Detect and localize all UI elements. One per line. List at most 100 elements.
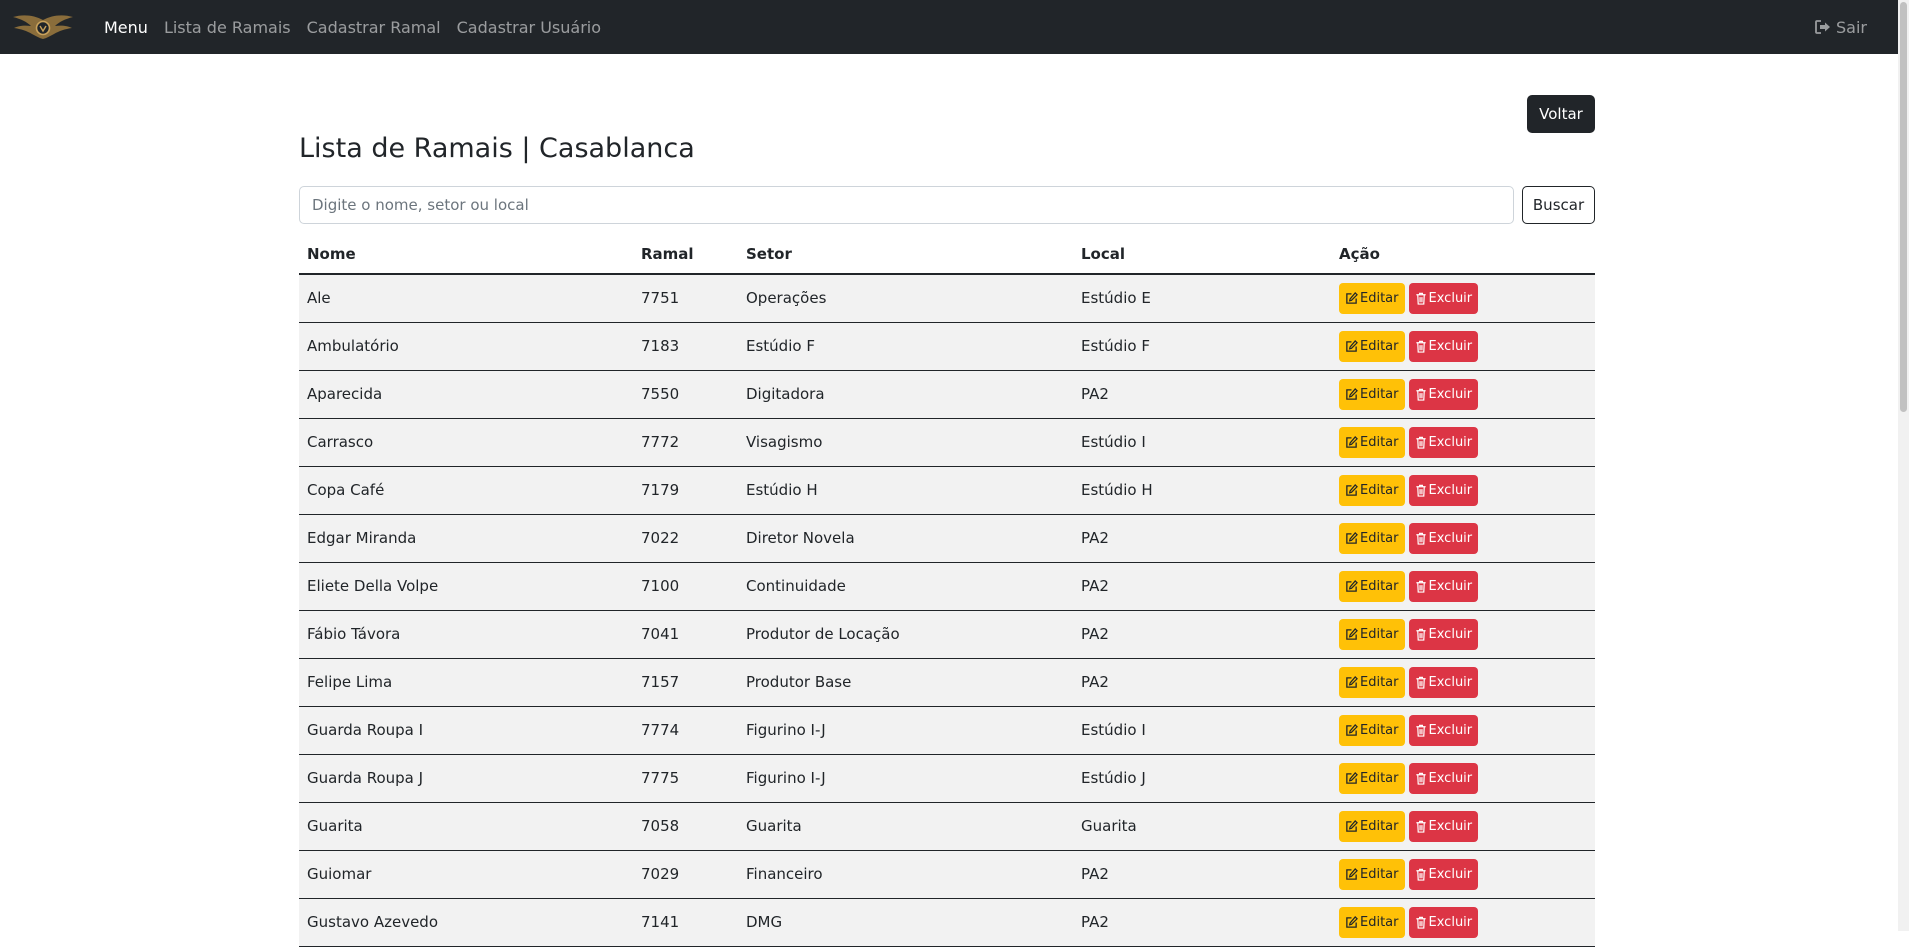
delete-button[interactable]: Excluir — [1408, 282, 1479, 314]
delete-label: Excluir — [1428, 626, 1473, 642]
edit-button[interactable]: Editar — [1339, 330, 1405, 362]
cell-local: PA2 — [1073, 898, 1331, 947]
trash-icon — [1415, 340, 1426, 353]
search-button[interactable]: Buscar — [1522, 186, 1595, 224]
cell-acao: Editar Excluir — [1331, 514, 1595, 563]
delete-button[interactable]: Excluir — [1408, 858, 1479, 890]
column-header-setor: Setor — [738, 234, 1073, 275]
delete-button[interactable]: Excluir — [1408, 714, 1479, 746]
column-header-ramal: Ramal — [633, 234, 738, 275]
cell-nome: Eliete Della Volpe — [299, 562, 633, 611]
table-row: Aparecida 7550 Digitadora PA2 Editar Excluir — [299, 370, 1595, 419]
delete-button[interactable]: Excluir — [1408, 522, 1479, 554]
edit-button[interactable]: Editar — [1339, 666, 1405, 698]
edit-button[interactable]: Editar — [1339, 618, 1405, 650]
cell-acao: Editar Excluir — [1331, 418, 1595, 467]
trash-icon — [1415, 772, 1426, 785]
scrollbar-thumb[interactable] — [1900, 2, 1907, 412]
column-header-acao: Ação — [1331, 234, 1595, 275]
search-input[interactable] — [299, 186, 1514, 224]
edit-button[interactable]: Editar — [1339, 474, 1405, 506]
trash-icon — [1415, 868, 1426, 881]
cell-acao: Editar Excluir — [1331, 370, 1595, 419]
edit-button[interactable]: Editar — [1339, 858, 1405, 890]
table-row: Fábio Távora 7041 Produtor de Locação PA2 Ed… — [299, 610, 1595, 659]
cell-ramal: 7022 — [633, 514, 738, 563]
trash-icon — [1415, 580, 1426, 593]
cell-setor: Estúdio F — [738, 322, 1073, 371]
cell-setor: Figurino I-J — [738, 706, 1073, 755]
cell-acao: Editar Excluir — [1331, 754, 1595, 803]
delete-button[interactable]: Excluir — [1408, 666, 1479, 698]
delete-button[interactable]: Excluir — [1408, 810, 1479, 842]
cell-nome: Edgar Miranda — [299, 514, 633, 563]
table-row: Edgar Miranda 7022 Diretor Novela PA2 Editar… — [299, 514, 1595, 563]
edit-label: Editar — [1360, 338, 1399, 354]
edit-label: Editar — [1360, 770, 1399, 786]
back-button[interactable]: Voltar — [1527, 95, 1595, 133]
table-row: Ale 7751 Operações Estúdio E Editar Excluir — [299, 274, 1595, 323]
nav-link-cadastrar-ramal[interactable]: Cadastrar Ramal — [307, 18, 441, 37]
delete-label: Excluir — [1428, 290, 1473, 306]
winged-emblem-logo[interactable] — [12, 11, 74, 43]
edit-icon — [1346, 867, 1358, 880]
cell-local: PA2 — [1073, 658, 1331, 707]
edit-label: Editar — [1360, 578, 1399, 594]
trash-icon — [1415, 628, 1426, 641]
cell-local: Estúdio H — [1073, 466, 1331, 515]
edit-label: Editar — [1360, 530, 1399, 546]
edit-icon — [1346, 627, 1358, 640]
edit-label: Editar — [1360, 290, 1399, 306]
edit-icon — [1346, 675, 1358, 688]
delete-button[interactable]: Excluir — [1408, 330, 1479, 362]
edit-button[interactable]: Editar — [1339, 762, 1405, 794]
cell-local: PA2 — [1073, 562, 1331, 611]
table-row: Eliete Della Volpe 7100 Continuidade PA2 Edi… — [299, 562, 1595, 611]
delete-button[interactable]: Excluir — [1408, 570, 1479, 602]
edit-button[interactable]: Editar — [1339, 810, 1405, 842]
cell-local: PA2 — [1073, 370, 1331, 419]
delete-label: Excluir — [1428, 578, 1473, 594]
edit-label: Editar — [1360, 482, 1399, 498]
cell-nome: Guarda Roupa J — [299, 754, 633, 803]
cell-acao: Editar Excluir — [1331, 466, 1595, 515]
delete-label: Excluir — [1428, 338, 1473, 354]
delete-button[interactable]: Excluir — [1408, 474, 1479, 506]
cell-nome: Felipe Lima — [299, 658, 633, 707]
nav-link-cadastrar-usuario[interactable]: Cadastrar Usuário — [457, 18, 601, 37]
delete-button[interactable]: Excluir — [1408, 618, 1479, 650]
delete-button[interactable]: Excluir — [1408, 378, 1479, 410]
delete-button[interactable]: Excluir — [1408, 426, 1479, 458]
delete-button[interactable]: Excluir — [1408, 906, 1479, 938]
nav-link-lista-de-ramais[interactable]: Lista de Ramais — [164, 18, 291, 37]
table-row: Guiomar 7029 Financeiro PA2 Editar Excluir — [299, 850, 1595, 899]
nav-links: Menu Lista de Ramais Cadastrar Ramal Cad… — [104, 0, 617, 54]
delete-label: Excluir — [1428, 722, 1473, 738]
cell-nome: Guarita — [299, 802, 633, 851]
edit-button[interactable]: Editar — [1339, 426, 1405, 458]
edit-icon — [1346, 387, 1358, 400]
cell-setor: Guarita — [738, 802, 1073, 851]
edit-icon — [1346, 915, 1358, 928]
edit-button[interactable]: Editar — [1339, 522, 1405, 554]
cell-acao: Editar Excluir — [1331, 658, 1595, 707]
edit-button[interactable]: Editar — [1339, 906, 1405, 938]
cell-local: PA2 — [1073, 610, 1331, 659]
logout-link[interactable]: Sair — [1815, 0, 1867, 54]
cell-ramal: 7550 — [633, 370, 738, 419]
trash-icon — [1415, 532, 1426, 545]
delete-button[interactable]: Excluir — [1408, 762, 1479, 794]
column-header-local: Local — [1073, 234, 1331, 275]
scrollbar[interactable] — [1898, 0, 1909, 931]
cell-nome: Guiomar — [299, 850, 633, 899]
edit-button[interactable]: Editar — [1339, 714, 1405, 746]
edit-button[interactable]: Editar — [1339, 378, 1405, 410]
cell-ramal: 7183 — [633, 322, 738, 371]
cell-acao: Editar Excluir — [1331, 706, 1595, 755]
edit-button[interactable]: Editar — [1339, 282, 1405, 314]
edit-button[interactable]: Editar — [1339, 570, 1405, 602]
trash-icon — [1415, 676, 1426, 689]
cell-acao: Editar Excluir — [1331, 274, 1595, 323]
nav-link-menu[interactable]: Menu — [104, 18, 148, 37]
cell-setor: Produtor de Locação — [738, 610, 1073, 659]
